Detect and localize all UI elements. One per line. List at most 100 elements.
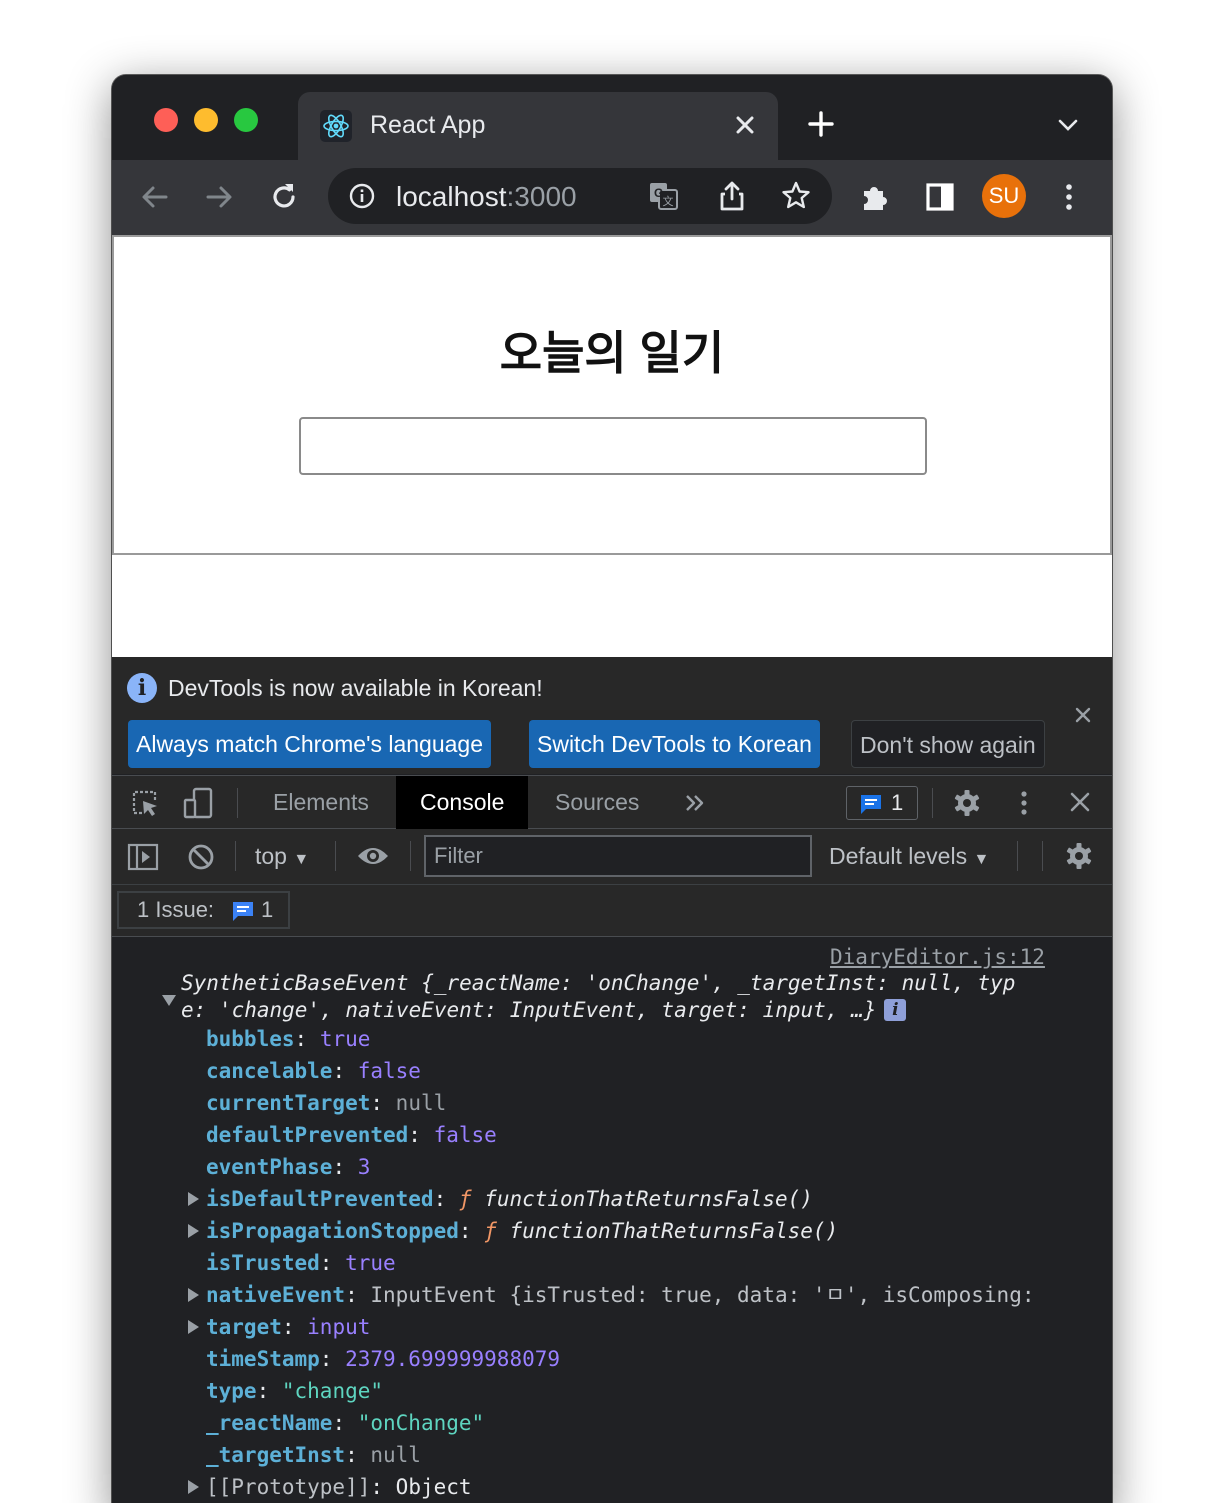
tab-strip: React App [112,75,1112,160]
property-colon: : [433,1187,459,1211]
devtools-language-infobar: i DevTools is now available in Korean! A… [112,657,1112,774]
property-value: Object [395,1475,472,1499]
property-key: cancelable [206,1059,333,1083]
property-key: [[Prototype]] [206,1475,371,1499]
more-menu-icon[interactable] [1052,180,1086,214]
collapse-caret-icon[interactable] [162,995,176,1006]
property-key: bubbles [206,1027,295,1051]
share-icon[interactable] [716,179,748,213]
new-tab-icon[interactable] [806,109,836,139]
property-value: InputEvent {isTrusted: true, data: 'ㅁ', … [370,1283,1035,1307]
console-settings-gear-icon[interactable] [1064,841,1094,871]
issues-chip[interactable]: 1 Issue: 1 [117,891,290,929]
clear-console-icon[interactable] [186,842,216,872]
close-infobar-icon[interactable] [1072,704,1094,726]
event-summary-line-2: e: 'change', nativeEvent: InputEvent, ta… [181,996,907,1024]
minimize-window-button[interactable] [194,108,218,132]
log-levels-value: Default levels [829,843,968,869]
url-host: localhost [396,181,507,212]
property-colon: : [345,1283,371,1307]
property-value: 3 [357,1155,371,1179]
console-property-row[interactable]: [[Prototype]]: Object [206,1473,472,1501]
side-panel-icon[interactable] [923,180,957,214]
author-input[interactable] [299,417,927,475]
switch-to-korean-button[interactable]: Switch DevTools to Korean [529,720,820,768]
close-devtools-icon[interactable] [1068,790,1092,814]
browser-tab[interactable]: React App [298,92,778,160]
url-text: localhost:3000 [396,181,577,213]
live-expression-eye-icon[interactable] [356,843,390,869]
source-link[interactable]: DiaryEditor.js:12 [830,945,1045,969]
site-info-icon[interactable] [348,182,376,210]
forward-arrow-icon[interactable] [202,180,236,214]
property-key: _reactName [206,1411,333,1435]
console-property-row: defaultPrevented: false [206,1121,497,1149]
property-key: defaultPrevented [206,1123,409,1147]
inspect-element-icon[interactable] [130,788,160,818]
expand-caret-icon[interactable] [188,1192,199,1206]
property-key: isPropagationStopped [206,1219,459,1243]
show-sidebar-icon[interactable] [127,843,159,871]
property-colon: : [256,1379,282,1403]
log-levels-dropdown[interactable]: Default levels ▼ [829,843,989,870]
context-value: top [255,843,287,869]
property-value: true [319,1027,371,1051]
toolbar-divider [1042,841,1043,871]
reload-icon[interactable] [267,180,301,214]
context-selector[interactable]: top ▼ [255,843,309,870]
property-key: type [206,1379,257,1403]
property-key: currentTarget [206,1091,371,1115]
always-match-language-button[interactable]: Always match Chrome's language [128,720,491,768]
property-colon: : [332,1155,358,1179]
devtools-panel: i DevTools is now available in Korean! A… [112,657,1112,1503]
info-badge-icon[interactable]: i [884,999,907,1021]
console-property-row[interactable]: isDefaultPrevented: ƒ functionThatReturn… [206,1185,813,1213]
dont-show-again-button[interactable]: Don't show again [851,720,1045,768]
expand-caret-icon[interactable] [188,1224,199,1238]
property-value: functionThatReturnsFalse() [484,1187,813,1211]
console-property-row: _targetInst: null [206,1441,421,1469]
issues-counter-button[interactable]: 1 [846,786,918,820]
extensions-puzzle-icon[interactable] [858,180,892,214]
tab-elements[interactable]: Elements [273,776,369,829]
device-toolbar-icon[interactable] [182,786,216,820]
expand-caret-icon[interactable] [188,1288,199,1302]
devtools-more-icon[interactable] [1012,788,1036,818]
tab-console[interactable]: Console [396,776,529,829]
more-tabs-chevron-icon[interactable] [684,793,706,813]
console-filter-input[interactable]: Filter [424,835,812,877]
toolbar-divider [235,841,236,871]
toolbar-divider [410,841,411,871]
infobar-message: DevTools is now available in Korean! [168,675,543,701]
property-key: isDefaultPrevented [206,1187,434,1211]
close-tab-icon[interactable] [730,110,760,140]
devtools-tab-bar: Elements Console Sources 1 [112,775,1112,829]
property-value: null [395,1091,447,1115]
console-property-row[interactable]: target: input [206,1313,370,1341]
property-value: 2379.699999988079 [345,1347,561,1371]
expand-caret-icon[interactable] [188,1320,199,1334]
address-bar[interactable]: localhost:3000 G 文 [328,168,832,224]
chevron-down-icon[interactable] [1056,113,1080,137]
profile-avatar[interactable]: SU [982,174,1026,218]
page-title: 오늘의 일기 [499,327,725,379]
diary-editor: 오늘의 일기 [112,235,1112,555]
settings-gear-icon[interactable] [952,788,982,818]
close-window-button[interactable] [154,108,178,132]
back-arrow-icon[interactable] [138,180,172,214]
tab-sources[interactable]: Sources [555,776,639,829]
console-property-row[interactable]: isPropagationStopped: ƒ functionThatRetu… [206,1217,838,1245]
expand-caret-icon[interactable] [188,1480,199,1494]
translate-icon[interactable]: G 文 [648,180,680,212]
toolbar-divider [932,788,933,818]
property-colon: : [319,1251,346,1275]
property-value: false [433,1123,497,1147]
console-property-row[interactable]: nativeEvent: InputEvent {isTrusted: true… [206,1281,1035,1309]
event-summary-line-1: SyntheticBaseEvent {_reactName: 'onChang… [181,971,1016,995]
toolbar-divider [237,788,238,818]
property-key: nativeEvent [206,1283,346,1307]
zoom-window-button[interactable] [234,108,258,132]
console-property-row: timeStamp: 2379.699999988079 [206,1345,560,1373]
bookmark-star-icon[interactable] [780,180,812,212]
issues-count: 1 [261,897,274,922]
